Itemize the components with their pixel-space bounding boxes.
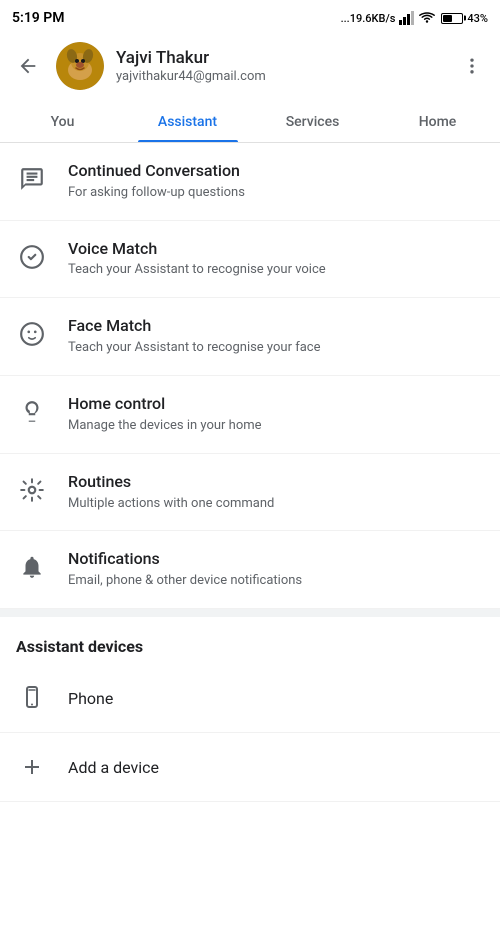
phone-icon [16, 682, 48, 714]
voice-match-text: Voice Match Teach your Assistant to reco… [68, 239, 484, 280]
face-icon [16, 318, 48, 350]
status-icons: ...19.6KB/s 43% [341, 11, 488, 25]
back-icon [17, 55, 39, 77]
header: Yajvi Thakur yajvithakur44@gmail.com [0, 32, 500, 100]
add-icon [16, 751, 48, 783]
network-speed: ...19.6KB/s [341, 12, 396, 25]
avatar [56, 42, 104, 90]
voice-match-item[interactable]: Voice Match Teach your Assistant to reco… [0, 221, 500, 299]
tab-home[interactable]: Home [375, 100, 500, 142]
tabs-bar: You Assistant Services Home [0, 100, 500, 143]
battery-percent: 43% [467, 12, 488, 25]
routines-icon [16, 474, 48, 506]
status-time: 5:19 PM [12, 10, 65, 26]
add-device-item[interactable]: Add a device [0, 733, 500, 802]
more-icon [462, 56, 482, 76]
more-options-button[interactable] [456, 50, 488, 82]
home-control-title: Home control [68, 394, 484, 415]
face-match-title: Face Match [68, 316, 484, 337]
notifications-title: Notifications [68, 549, 484, 570]
notifications-text: Notifications Email, phone & other devic… [68, 549, 484, 590]
routines-item[interactable]: Routines Multiple actions with one comma… [0, 454, 500, 532]
routines-subtitle: Multiple actions with one command [68, 496, 484, 513]
back-button[interactable] [12, 50, 44, 82]
voice-match-subtitle: Teach your Assistant to recognise your v… [68, 262, 484, 279]
home-control-subtitle: Manage the devices in your home [68, 418, 484, 435]
voice-icon [16, 241, 48, 273]
notifications-item[interactable]: Notifications Email, phone & other devic… [0, 531, 500, 609]
routines-text: Routines Multiple actions with one comma… [68, 472, 484, 513]
notifications-subtitle: Email, phone & other device notification… [68, 573, 484, 590]
tab-assistant[interactable]: Assistant [125, 100, 250, 142]
assistant-devices-section: Assistant devices Phone Add a device [0, 617, 500, 802]
wifi-icon [419, 11, 435, 25]
phone-label: Phone [68, 689, 113, 708]
section-divider [0, 609, 500, 617]
lightbulb-icon [16, 396, 48, 428]
home-control-item[interactable]: Home control Manage the devices in your … [0, 376, 500, 454]
avatar-image [56, 42, 104, 90]
chat-icon [16, 163, 48, 195]
bell-icon [16, 551, 48, 583]
home-control-text: Home control Manage the devices in your … [68, 394, 484, 435]
user-email: yajvithakur44@gmail.com [116, 69, 444, 84]
user-name: Yajvi Thakur [116, 48, 444, 68]
phone-device-item[interactable]: Phone [0, 664, 500, 733]
continued-conversation-title: Continued Conversation [68, 161, 484, 182]
continued-conversation-text: Continued Conversation For asking follow… [68, 161, 484, 202]
tab-you[interactable]: You [0, 100, 125, 142]
battery-icon [441, 13, 463, 24]
face-match-item[interactable]: Face Match Teach your Assistant to recog… [0, 298, 500, 376]
add-device-label: Add a device [68, 758, 159, 777]
face-match-text: Face Match Teach your Assistant to recog… [68, 316, 484, 357]
menu-list: Continued Conversation For asking follow… [0, 143, 500, 609]
assistant-devices-header: Assistant devices [0, 617, 500, 664]
continued-conversation-item[interactable]: Continued Conversation For asking follow… [0, 143, 500, 221]
continued-conversation-subtitle: For asking follow-up questions [68, 185, 484, 202]
face-match-subtitle: Teach your Assistant to recognise your f… [68, 340, 484, 357]
voice-match-title: Voice Match [68, 239, 484, 260]
routines-title: Routines [68, 472, 484, 493]
status-bar: 5:19 PM ...19.6KB/s 43% [0, 0, 500, 32]
user-info: Yajvi Thakur yajvithakur44@gmail.com [116, 48, 444, 84]
signal-icon [399, 11, 415, 25]
tab-services[interactable]: Services [250, 100, 375, 142]
